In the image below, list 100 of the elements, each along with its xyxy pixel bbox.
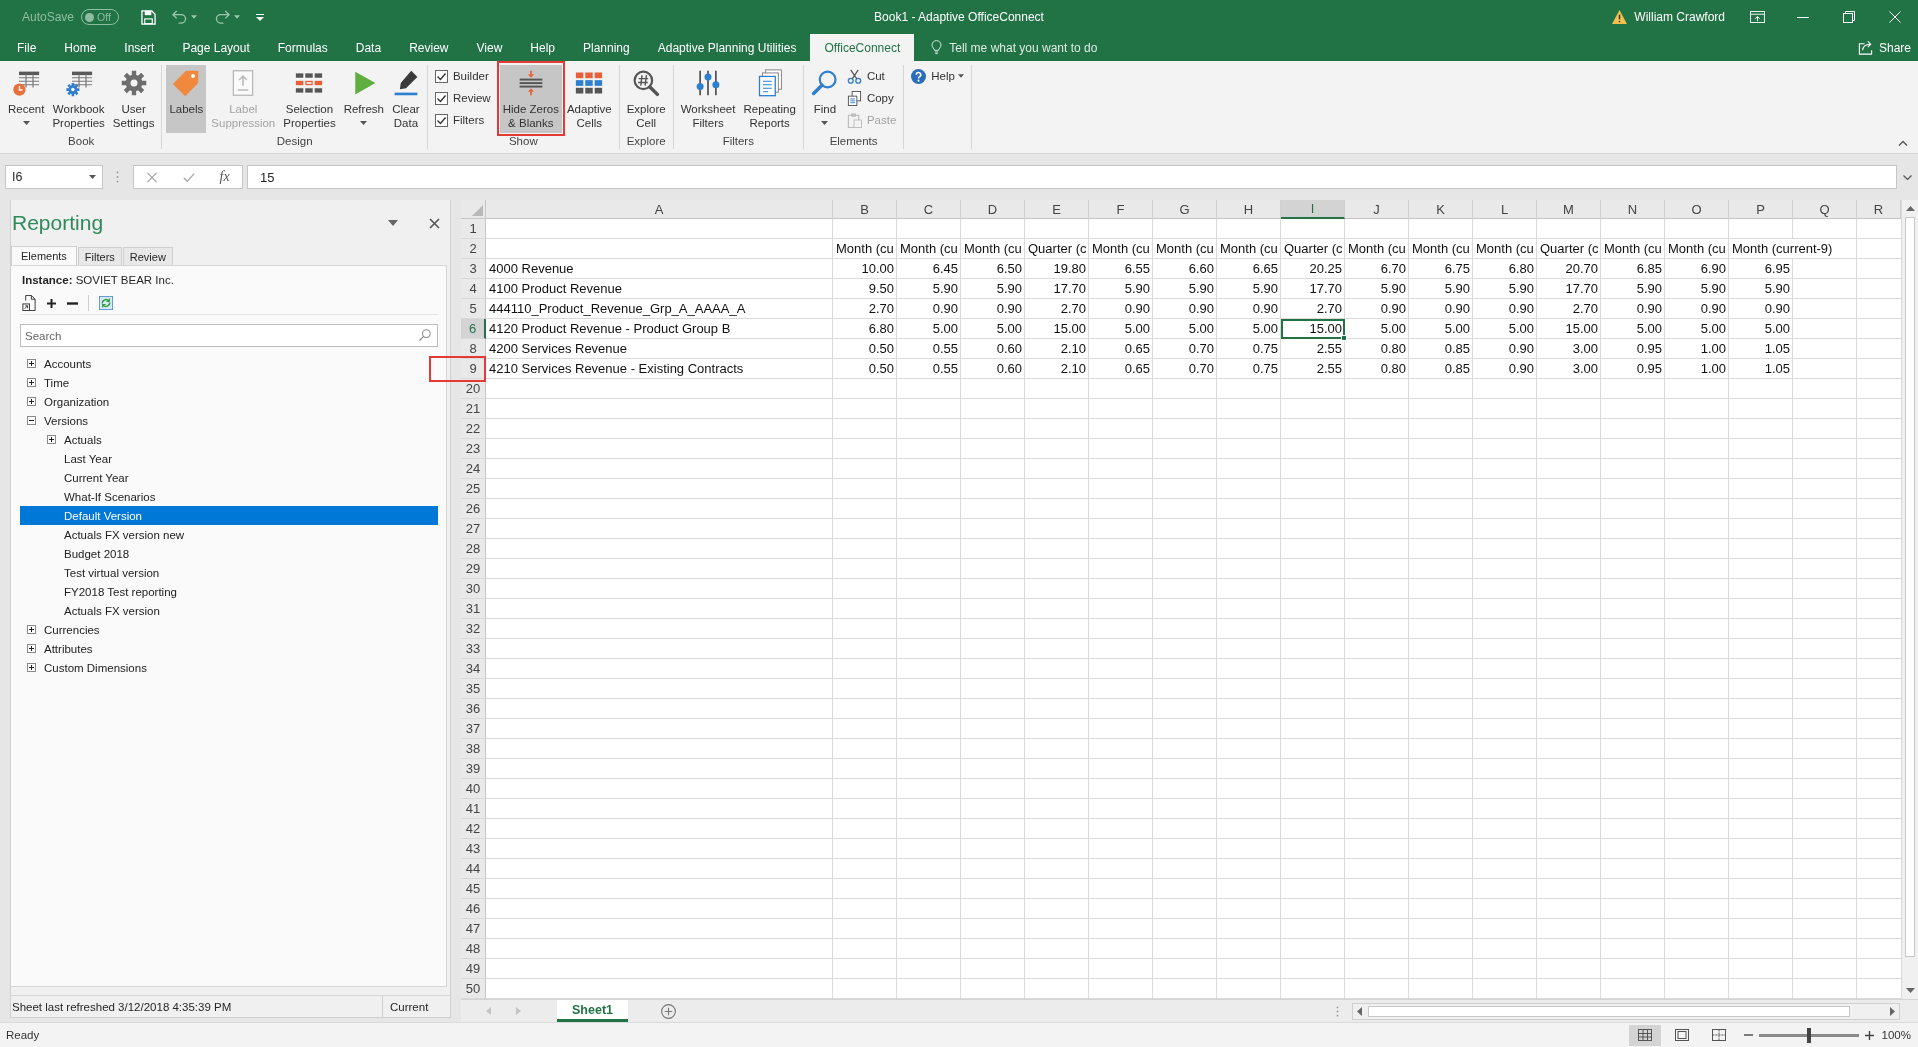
ribbon-button[interactable]: Hide Zeros & Blanks [499, 65, 562, 133]
scrollbar-thumb[interactable] [1368, 1005, 1850, 1017]
scroll-right-icon[interactable] [1890, 1006, 1895, 1016]
row-header[interactable]: 27 [461, 519, 486, 539]
ribbon-button[interactable]: Adaptive Cells [563, 65, 615, 133]
minus-icon[interactable] [67, 301, 78, 305]
scroll-down-icon[interactable] [1905, 988, 1915, 993]
tree-item[interactable]: Actuals FX version [20, 601, 438, 620]
plus-icon[interactable] [46, 297, 57, 309]
ribbon-button[interactable]: Worksheet Filters [677, 65, 739, 133]
fill-handle[interactable] [1341, 335, 1347, 341]
row-header[interactable]: 50 [461, 979, 486, 999]
expand-toggle[interactable] [27, 416, 36, 425]
tree-item[interactable]: Current Year [20, 468, 438, 487]
column-header[interactable]: F [1089, 200, 1153, 219]
zoom-in-icon[interactable] [1864, 1030, 1874, 1040]
row-header[interactable]: 42 [461, 819, 486, 839]
tree-item[interactable]: Actuals FX version new [20, 525, 438, 544]
minimize-icon[interactable] [1797, 16, 1809, 18]
row-header[interactable]: 23 [461, 439, 486, 459]
expand-toggle[interactable] [27, 378, 36, 387]
dropdown-icon[interactable] [388, 220, 398, 226]
row-header[interactable]: 25 [461, 479, 486, 499]
row-header[interactable]: 34 [461, 659, 486, 679]
row-header[interactable]: 32 [461, 619, 486, 639]
column-header[interactable]: O [1665, 200, 1729, 219]
tree-item[interactable]: What-If Scenarios [20, 487, 438, 506]
row-header[interactable]: 30 [461, 579, 486, 599]
row-header[interactable]: 47 [461, 919, 486, 939]
row-header[interactable]: 45 [461, 879, 486, 899]
row-header[interactable]: 22 [461, 419, 486, 439]
row-header[interactable]: 40 [461, 779, 486, 799]
grip-icon[interactable] [116, 171, 119, 183]
grip-icon[interactable] [1336, 1005, 1339, 1017]
tree-item[interactable]: Accounts [20, 354, 438, 373]
refresh-icon[interactable] [99, 295, 113, 311]
row-header[interactable]: 43 [461, 839, 486, 859]
collapse-ribbon-icon[interactable] [1898, 140, 1908, 146]
pane-tab[interactable]: Review [122, 247, 173, 265]
column-header[interactable]: Q [1793, 200, 1857, 219]
caret-icon[interactable] [234, 15, 241, 19]
row-header[interactable]: 48 [461, 939, 486, 959]
row-header[interactable]: 29 [461, 559, 486, 579]
document-icon[interactable] [22, 295, 36, 311]
row-header[interactable]: 37 [461, 719, 486, 739]
help-button[interactable]: Help [908, 65, 967, 87]
tree-item[interactable]: Organization [20, 392, 438, 411]
tree-item[interactable]: Custom Dimensions [20, 658, 438, 677]
row-header[interactable]: 9 [461, 359, 486, 379]
row-header[interactable]: 24 [461, 459, 486, 479]
row-header[interactable]: 38 [461, 739, 486, 759]
ribbon-button[interactable]: Find [807, 65, 842, 133]
column-header[interactable]: I [1281, 200, 1345, 219]
column-header[interactable]: R [1857, 200, 1901, 219]
tree-item[interactable]: Test virtual version [20, 563, 438, 582]
checkbox-label[interactable]: Review [452, 92, 491, 104]
ribbon-tab[interactable]: View [462, 34, 517, 61]
row-header[interactable]: 6 [461, 319, 486, 339]
expand-toggle[interactable] [27, 359, 36, 368]
ribbon-button[interactable]: Selection Properties [280, 65, 339, 133]
expand-toggle[interactable] [27, 663, 36, 672]
ribbon-tab[interactable]: Help [516, 34, 569, 61]
insert-function-button[interactable]: fx [219, 169, 230, 185]
name-box[interactable]: I6 [5, 165, 103, 189]
tree-item[interactable]: Last Year [20, 449, 438, 468]
column-header[interactable]: B [833, 200, 897, 219]
search-icon[interactable] [419, 329, 431, 341]
row-header[interactable]: 3 [461, 259, 486, 279]
ribbon-button[interactable]: Refresh [340, 65, 387, 133]
horizontal-scrollbar[interactable] [1352, 1002, 1900, 1020]
ribbon-button[interactable]: Repeating Reports [740, 65, 799, 133]
row-header[interactable]: 31 [461, 599, 486, 619]
tell-me-field[interactable]: Tell me what you want to do [949, 40, 1120, 55]
ribbon-tab[interactable]: Page Layout [168, 34, 264, 61]
slider-thumb[interactable] [1806, 1027, 1811, 1043]
row-header[interactable]: 36 [461, 699, 486, 719]
checkbox-label[interactable]: Filters [452, 114, 485, 126]
expand-toggle[interactable] [47, 435, 56, 444]
row-header[interactable]: 46 [461, 899, 486, 919]
scroll-left-icon[interactable] [1357, 1006, 1362, 1016]
redo-icon[interactable] [215, 10, 231, 24]
ribbon-display-icon[interactable] [1750, 11, 1765, 23]
customize-icon[interactable] [256, 13, 265, 21]
ribbon-button[interactable]: Labels [166, 65, 207, 133]
sheet-tab[interactable]: Sheet1 [557, 1000, 628, 1022]
ribbon-tab[interactable]: Review [395, 34, 463, 61]
ribbon-button[interactable]: Explore Cell [623, 65, 669, 133]
close-icon[interactable] [429, 217, 440, 229]
column-header[interactable]: C [897, 200, 961, 219]
ribbon-button[interactable]: Workbook Properties [49, 65, 108, 133]
column-header[interactable]: H [1217, 200, 1281, 219]
ribbon-tab[interactable]: OfficeConnect [810, 34, 915, 61]
ribbon-tab[interactable]: Formulas [263, 34, 342, 61]
tree-item[interactable]: Currencies [20, 620, 438, 639]
checkbox[interactable] [434, 91, 448, 105]
column-header[interactable]: G [1153, 200, 1217, 219]
search-field[interactable]: Search [20, 324, 438, 347]
column-header[interactable]: L [1473, 200, 1537, 219]
view-button[interactable] [1628, 1024, 1661, 1046]
checkbox[interactable] [434, 69, 448, 83]
